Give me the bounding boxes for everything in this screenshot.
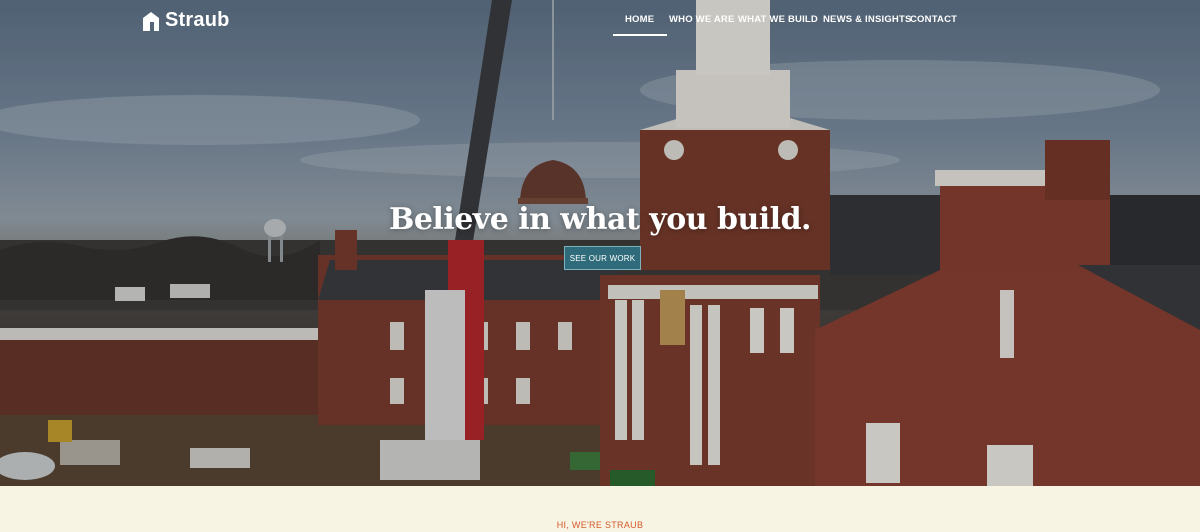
nav-item-contact[interactable]: CONTACT bbox=[910, 14, 957, 25]
hero-headline: Believe in what you build. bbox=[388, 202, 812, 237]
intro-eyebrow: HI, WE'RE STRAUB bbox=[556, 520, 644, 530]
see-our-work-button[interactable]: SEE OUR WORK bbox=[564, 246, 641, 270]
hero-overlay bbox=[0, 0, 1200, 486]
nav-item-news-insights[interactable]: NEWS & INSIGHTS bbox=[823, 14, 912, 25]
nav-item-what-we-build[interactable]: WHAT WE BUILD bbox=[738, 14, 818, 25]
hero-section: Straub HOME WHO WE ARE WHAT WE BUILD NEW… bbox=[0, 0, 1200, 486]
main-nav: HOME WHO WE ARE WHAT WE BUILD NEWS & INS… bbox=[0, 14, 1200, 38]
nav-item-home[interactable]: HOME bbox=[612, 14, 668, 36]
nav-item-who-we-are[interactable]: WHO WE ARE bbox=[669, 14, 735, 25]
